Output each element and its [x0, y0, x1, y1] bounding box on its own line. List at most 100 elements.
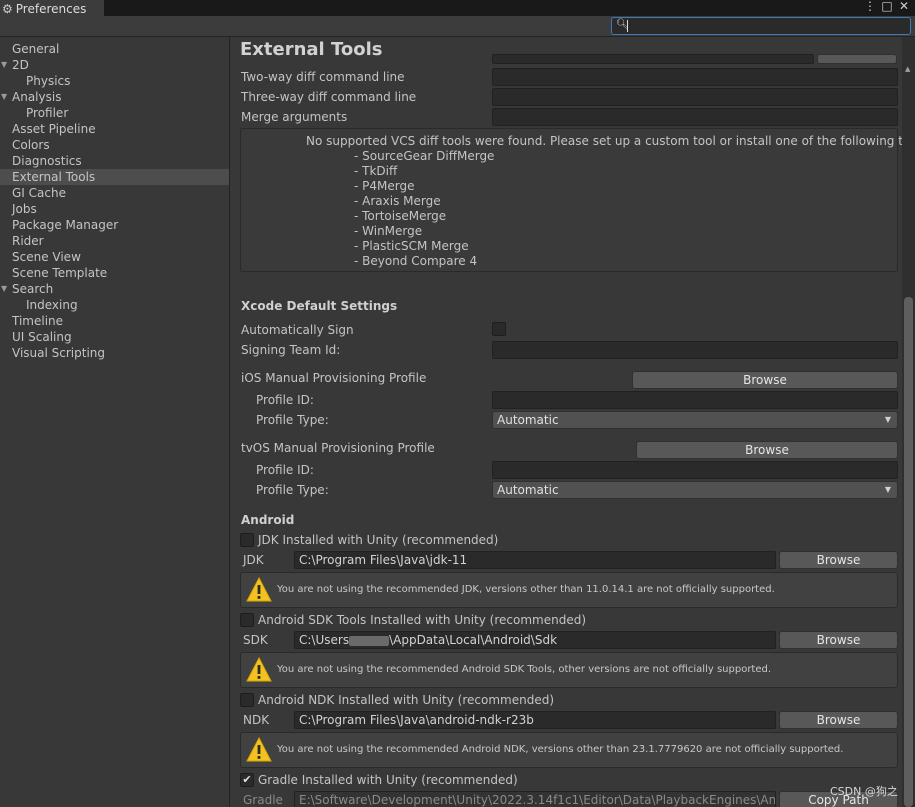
gear-icon: ⚙	[2, 2, 13, 16]
signing-team-id-label: Signing Team Id:	[241, 343, 341, 357]
scrollbar-thumb[interactable]	[904, 297, 913, 807]
vcs-tool-item: - PlasticSCM Merge	[354, 239, 469, 253]
sidebar-item-label: Physics	[26, 74, 71, 88]
ndk-unity-checkbox[interactable]	[240, 693, 254, 707]
window-tab[interactable]: ⚙ Preferences	[0, 0, 104, 16]
sdk-path-suffix: \AppData\Local\Android\Sdk	[389, 633, 558, 647]
ndk-label: NDK	[243, 713, 270, 727]
sidebar-item-physics[interactable]: Physics	[0, 73, 229, 89]
two-way-diff-field[interactable]	[492, 68, 898, 86]
expand-arrow-icon[interactable]: ▼	[1, 57, 7, 73]
sidebar-item-2d[interactable]: ▼ 2D	[0, 57, 229, 73]
merge-arguments-label: Merge arguments	[241, 110, 348, 124]
main-panel: External Tools Two-way diff command line…	[230, 37, 902, 807]
sidebar-item-timeline[interactable]: Timeline	[0, 313, 229, 329]
vcs-tool-item: - TkDiff	[354, 164, 398, 178]
sidebar-item-label: Timeline	[12, 314, 64, 328]
sdk-path-field[interactable]: C:\Users \AppData\Local\Android\Sdk	[294, 631, 776, 649]
tvos-profile-id-field[interactable]	[492, 461, 898, 479]
signing-team-id-field[interactable]	[492, 341, 898, 359]
hidden-field[interactable]	[492, 54, 814, 64]
sidebar-item-label: Jobs	[12, 202, 37, 216]
auto-sign-checkbox[interactable]	[492, 322, 506, 336]
sidebar-item-jobs[interactable]: Jobs	[0, 201, 229, 217]
tvos-profile-type-dropdown[interactable]: Automatic ▼	[492, 481, 898, 499]
ndk-warning-message: You are not using the recommended Androi…	[277, 744, 844, 755]
jdk-browse-button[interactable]: Browse	[779, 551, 898, 569]
chevron-down-icon: ▼	[884, 415, 891, 424]
sidebar-item-indexing[interactable]: Indexing	[0, 297, 229, 313]
title-bar	[0, 0, 915, 16]
vcs-tool-item: - P4Merge	[354, 179, 415, 193]
expand-arrow-icon[interactable]: ▼	[1, 281, 7, 297]
tvos-profile-type-label: Profile Type:	[256, 483, 329, 497]
sidebar-item-asset-pipeline[interactable]: Asset Pipeline	[0, 121, 229, 137]
scrollbar[interactable]: ▲	[902, 37, 915, 807]
sidebar-item-gi-cache[interactable]: GI Cache	[0, 185, 229, 201]
tvos-browse-button[interactable]: Browse	[636, 441, 898, 459]
sdk-label: SDK	[243, 633, 268, 647]
sdk-unity-checkbox[interactable]	[240, 613, 254, 627]
three-way-diff-label: Three-way diff command line	[241, 90, 417, 104]
more-options-icon[interactable]: ⋮	[864, 0, 876, 14]
ios-profile-id-field[interactable]	[492, 391, 898, 409]
sidebar-item-analysis[interactable]: ▼ Analysis	[0, 89, 229, 105]
sidebar-item-rider[interactable]: Rider	[0, 233, 229, 249]
sidebar-item-label: GI Cache	[12, 186, 66, 200]
close-icon[interactable]: ✕	[898, 0, 910, 14]
maximize-icon[interactable]: □	[881, 0, 893, 14]
sidebar-item-label: External Tools	[12, 170, 96, 184]
jdk-path-value: C:\Program Files\Java\jdk-11	[299, 553, 468, 567]
ndk-browse-button[interactable]: Browse	[779, 711, 898, 729]
sidebar-item-label: Package Manager	[12, 218, 119, 232]
gradle-label: Gradle	[243, 793, 283, 807]
merge-arguments-field[interactable]	[492, 108, 898, 126]
sidebar-item-visual-scripting[interactable]: Visual Scripting	[0, 345, 229, 361]
sdk-browse-button[interactable]: Browse	[779, 631, 898, 649]
vcs-tool-item: - SourceGear DiffMerge	[354, 149, 495, 163]
sidebar-item-label: Analysis	[12, 90, 62, 104]
jdk-path-field[interactable]: C:\Program Files\Java\jdk-11	[294, 551, 776, 569]
sdk-warning-message: You are not using the recommended Androi…	[277, 664, 772, 675]
jdk-warning-box: You are not using the recommended JDK, v…	[240, 572, 898, 608]
sidebar-item-external-tools[interactable]: External Tools	[0, 169, 229, 185]
hidden-browse-button[interactable]	[817, 54, 897, 64]
tvos-profile-type-value: Automatic	[497, 483, 559, 497]
sidebar-item-label: Scene View	[12, 250, 81, 264]
jdk-warning-message: You are not using the recommended JDK, v…	[277, 584, 775, 595]
sidebar-item-ui-scaling[interactable]: UI Scaling	[0, 329, 229, 345]
search-input[interactable]: 🔍︎	[611, 17, 911, 35]
sidebar-item-scene-view[interactable]: Scene View	[0, 249, 229, 265]
sidebar-item-scene-template[interactable]: Scene Template	[0, 265, 229, 281]
vcs-tool-item: - WinMerge	[354, 224, 423, 238]
sidebar-item-colors[interactable]: Colors	[0, 137, 229, 153]
ios-browse-button[interactable]: Browse	[632, 371, 898, 389]
jdk-unity-checkbox[interactable]	[240, 533, 254, 547]
scroll-up-icon[interactable]: ▲	[905, 65, 910, 73]
sidebar-item-diagnostics[interactable]: Diagnostics	[0, 153, 229, 169]
warning-icon	[246, 577, 272, 602]
sidebar-item-search[interactable]: ▼ Search	[0, 281, 229, 297]
sidebar-item-label: Search	[12, 282, 54, 296]
three-way-diff-field[interactable]	[492, 88, 898, 106]
jdk-label: JDK	[243, 553, 264, 567]
ndk-path-field[interactable]: C:\Program Files\Java\android-ndk-r23b	[294, 711, 776, 729]
text-caret	[627, 20, 628, 32]
sdk-warning-box: You are not using the recommended Androi…	[240, 652, 898, 688]
sidebar: General ▼ 2D Physics ▼ Analysis Profiler Asset …	[0, 37, 229, 807]
ios-profile-type-dropdown[interactable]: Automatic ▼	[492, 411, 898, 429]
auto-sign-label: Automatically Sign	[241, 323, 354, 337]
vcs-help-box: No supported VCS diff tools were found. …	[240, 128, 902, 272]
gradle-unity-checkbox[interactable]: ✔	[240, 773, 254, 787]
sidebar-item-label: Indexing	[26, 298, 78, 312]
ios-profile-id-label: Profile ID:	[256, 393, 314, 407]
sidebar-item-label: 2D	[12, 58, 29, 72]
sidebar-item-package-manager[interactable]: Package Manager	[0, 217, 229, 233]
expand-arrow-icon[interactable]: ▼	[1, 89, 7, 105]
sidebar-item-label: Asset Pipeline	[12, 122, 96, 136]
sidebar-item-general[interactable]: General	[0, 41, 229, 57]
sidebar-item-label: UI Scaling	[12, 330, 72, 344]
sidebar-item-profiler[interactable]: Profiler	[0, 105, 229, 121]
ndk-warning-box: You are not using the recommended Androi…	[240, 732, 898, 768]
chevron-down-icon: ▼	[884, 485, 891, 494]
